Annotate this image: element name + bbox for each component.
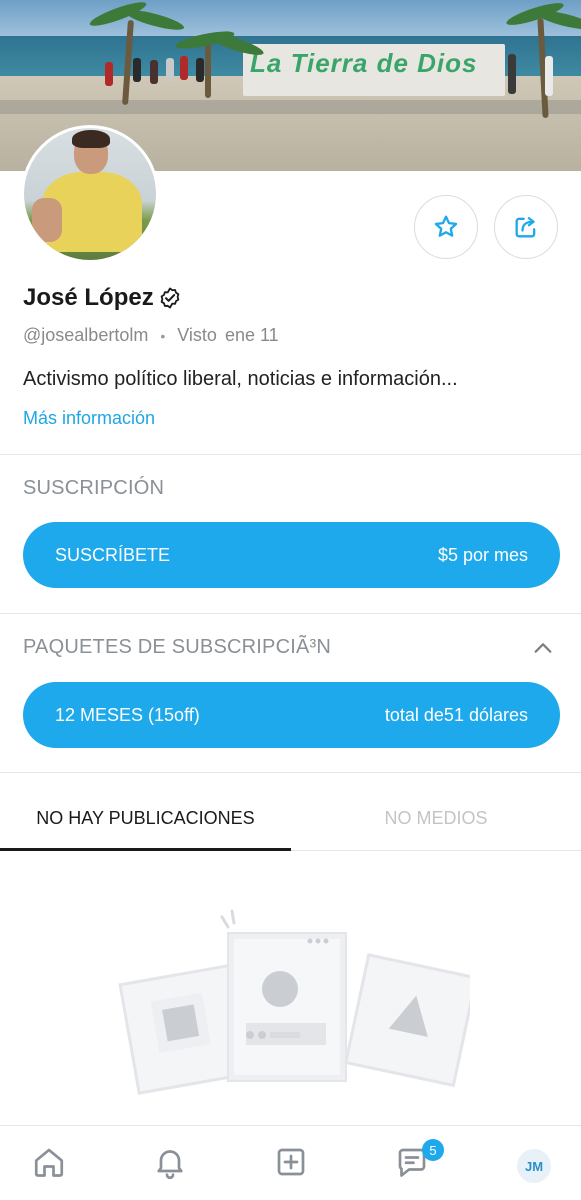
- content-tabs: NO HAY PUBLICACIONES NO MEDIOS: [0, 785, 581, 851]
- home-icon: [34, 1148, 64, 1177]
- share-icon: [515, 217, 536, 238]
- tab-posts[interactable]: NO HAY PUBLICACIONES: [0, 785, 291, 851]
- nav-add-post[interactable]: [269, 1140, 313, 1184]
- favorite-button[interactable]: [414, 195, 478, 259]
- profile-name: José López: [23, 284, 154, 311]
- subscribe-button-price: $5 por mes: [437, 544, 528, 565]
- profile-meta: @josealbertolm • Visto ene 11: [23, 325, 279, 346]
- profile-name-row: José López: [23, 284, 182, 312]
- profile-bio: Activismo político liberal, noticias e i…: [23, 368, 458, 390]
- subscription-title: SUSCRIPCIÓN: [23, 477, 165, 499]
- cover-sign-text: La Tierra de Dios: [250, 48, 478, 78]
- divider: [0, 613, 581, 614]
- active-tab-indicator: [0, 848, 291, 851]
- separator-dot: •: [160, 327, 166, 344]
- subscribe-button[interactable]: SUSCRÍBETE $5 por mes: [23, 522, 560, 588]
- profile-avatar[interactable]: [21, 125, 159, 263]
- bottom-nav: [0, 1125, 581, 1200]
- chevron-up-icon[interactable]: [532, 637, 554, 659]
- bell-icon: [157, 1150, 183, 1180]
- nav-notifications[interactable]: [148, 1140, 192, 1184]
- subscribe-button-label: SUSCRÍBETE: [55, 544, 171, 565]
- divider: [0, 772, 581, 773]
- more-info-link[interactable]: Más información: [23, 408, 155, 429]
- divider: [0, 454, 581, 455]
- empty-posts-illustration: [118, 909, 470, 1095]
- tab-media-label: NO MEDIOS: [384, 807, 488, 828]
- last-seen-date: ene 11: [224, 325, 279, 345]
- share-button[interactable]: [494, 195, 558, 259]
- bundle-price: total de51 dólares: [384, 704, 528, 725]
- add-square-icon: [277, 1148, 305, 1176]
- nav-home[interactable]: [27, 1140, 71, 1184]
- profile-handle: @josealbertolm: [23, 325, 149, 345]
- bundles-title: PAQUETES DE SUBSCRIPCIÃ³N: [23, 636, 332, 658]
- tab-media[interactable]: NO MEDIOS: [291, 785, 581, 851]
- bundle-12-months-button[interactable]: 12 MESES (15off) total de51 dólares: [23, 682, 560, 748]
- tab-posts-label: NO HAY PUBLICACIONES: [36, 807, 255, 828]
- nav-me-avatar[interactable]: JM: [517, 1149, 551, 1183]
- last-seen-label: Visto: [177, 325, 217, 345]
- star-icon: [434, 215, 458, 237]
- bundle-label: 12 MESES (15off): [55, 704, 200, 725]
- verified-icon: [160, 287, 180, 309]
- messages-badge: 5: [422, 1139, 444, 1161]
